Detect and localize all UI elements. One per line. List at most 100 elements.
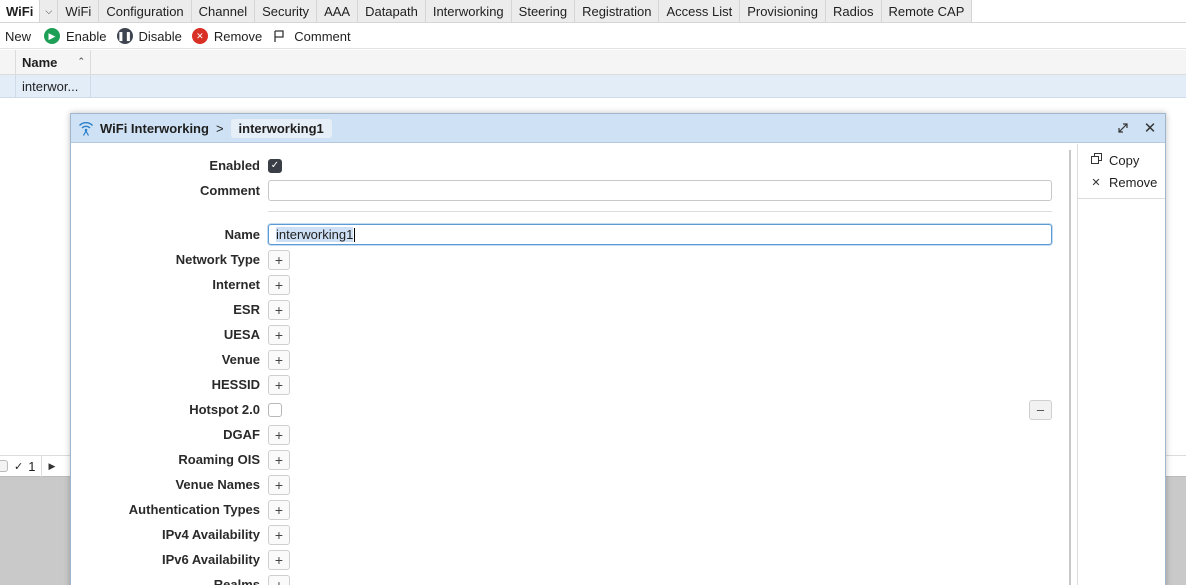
tab-bar-filler bbox=[972, 0, 1186, 22]
row-name-cell: interwor... bbox=[16, 75, 91, 97]
maximize-icon[interactable] bbox=[1116, 121, 1130, 135]
wifi-interworking-dialog: WiFi Interworking > interworking1 ✕ Enab… bbox=[70, 113, 1166, 585]
enabled-label: Enabled bbox=[209, 158, 260, 173]
venue-names-add-button[interactable]: + bbox=[268, 474, 290, 495]
dialog-form: Enabled ✓ Comment Name interworking1 Net… bbox=[71, 144, 1076, 585]
list-toolbar: New ▶ Enable ❚❚ Disable ✕ Remove Comment bbox=[0, 24, 1186, 49]
remove-button[interactable]: ✕ Remove bbox=[187, 24, 267, 49]
tab-remote-cap[interactable]: Remote CAP bbox=[881, 0, 973, 22]
roaming-ois-add-button[interactable]: + bbox=[268, 449, 290, 470]
name-field[interactable]: interworking1 bbox=[268, 224, 1052, 245]
name-label: Name bbox=[224, 227, 260, 242]
dgaf-label: DGAF bbox=[223, 427, 260, 442]
tab-channel[interactable]: Channel bbox=[191, 0, 256, 22]
hotspot20-checkbox[interactable] bbox=[268, 402, 282, 417]
table-header: Name ⌃ bbox=[0, 50, 1186, 75]
network-type-add-button[interactable]: + bbox=[268, 249, 290, 270]
comment-button[interactable]: Comment bbox=[267, 24, 355, 49]
tab-aaa[interactable]: AAA bbox=[317, 0, 359, 22]
comment-row: Comment bbox=[71, 178, 1071, 203]
name-column-header[interactable]: Name ⌃ bbox=[16, 50, 91, 74]
network-type-label: Network Type bbox=[175, 252, 260, 267]
ipv6-row: IPv6 Availability + bbox=[71, 547, 1071, 572]
realms-label: Realms bbox=[213, 577, 260, 585]
copy-button-label: Copy bbox=[1109, 152, 1140, 168]
comment-button-label: Comment bbox=[294, 28, 351, 44]
auth-types-add-button[interactable]: + bbox=[268, 499, 290, 520]
status-divider bbox=[41, 455, 43, 477]
internet-label: Internet bbox=[212, 277, 260, 292]
form-divider bbox=[268, 211, 1052, 212]
realms-row: Realms + bbox=[71, 572, 1071, 585]
dialog-side-actions: Copy ✕ Remove bbox=[1077, 144, 1165, 585]
close-icon[interactable]: ✕ bbox=[1143, 120, 1157, 137]
realms-add-button[interactable]: + bbox=[268, 574, 290, 585]
tab-access-list[interactable]: Access List bbox=[659, 0, 741, 22]
enabled-checkbox[interactable]: ✓ bbox=[268, 158, 282, 173]
internet-row: Internet + bbox=[71, 272, 1071, 297]
tab-steering[interactable]: Steering bbox=[511, 0, 576, 22]
dialog-scrollbar[interactable] bbox=[1069, 150, 1071, 585]
table-row[interactable]: interwor... bbox=[0, 75, 1186, 98]
internet-add-button[interactable]: + bbox=[268, 274, 290, 295]
tab-datapath[interactable]: Datapath bbox=[358, 0, 426, 22]
select-column-header[interactable] bbox=[0, 50, 16, 74]
hotspot20-label: Hotspot 2.0 bbox=[189, 402, 260, 417]
side-actions-divider bbox=[1078, 198, 1165, 199]
dgaf-add-button[interactable]: + bbox=[268, 424, 290, 445]
comment-label: Comment bbox=[200, 183, 260, 198]
text-caret bbox=[354, 227, 356, 242]
hotspot20-remove-button[interactable]: – bbox=[1029, 399, 1052, 420]
tab-menu-chevron-down-icon[interactable]: ⌵ bbox=[40, 0, 59, 22]
dialog-item-name: interworking1 bbox=[230, 118, 332, 138]
copy-button[interactable]: Copy bbox=[1078, 149, 1165, 171]
copy-icon bbox=[1090, 153, 1102, 167]
dialog-remove-button[interactable]: ✕ Remove bbox=[1078, 171, 1165, 193]
tab-wifi-active[interactable]: WiFi bbox=[0, 0, 41, 22]
sort-ascending-icon: ⌃ bbox=[77, 56, 85, 66]
uesa-row: UESA + bbox=[71, 322, 1071, 347]
row-selector[interactable] bbox=[0, 75, 16, 97]
auth-types-row: Authentication Types + bbox=[71, 497, 1071, 522]
tab-interworking[interactable]: Interworking bbox=[425, 0, 512, 22]
item-count: 1 bbox=[28, 458, 36, 474]
name-row: Name interworking1 bbox=[71, 222, 1071, 247]
pause-icon: ❚❚ bbox=[116, 28, 133, 44]
enable-button[interactable]: ▶ Enable bbox=[39, 24, 111, 49]
close-x-icon: ✕ bbox=[1091, 176, 1101, 189]
comment-flag-icon bbox=[272, 28, 286, 44]
enabled-row: Enabled ✓ bbox=[71, 153, 1071, 178]
tab-security[interactable]: Security bbox=[255, 0, 318, 22]
roaming-ois-label: Roaming OIS bbox=[178, 452, 260, 467]
comment-field[interactable] bbox=[268, 180, 1052, 201]
dialog-title: WiFi Interworking bbox=[100, 120, 209, 136]
dialog-title-bar[interactable]: WiFi Interworking > interworking1 ✕ bbox=[71, 114, 1165, 143]
auth-types-label: Authentication Types bbox=[128, 502, 260, 517]
status-indicator bbox=[0, 460, 8, 472]
venue-names-label: Venue Names bbox=[175, 477, 260, 492]
esr-label: ESR bbox=[233, 302, 260, 317]
hessid-add-button[interactable]: + bbox=[268, 374, 290, 395]
disable-button[interactable]: ❚❚ Disable bbox=[112, 24, 187, 49]
new-button[interactable]: New bbox=[0, 24, 36, 49]
tab-registration[interactable]: Registration bbox=[575, 0, 660, 22]
tab-wifi[interactable]: WiFi bbox=[58, 0, 100, 22]
venue-add-button[interactable]: + bbox=[268, 349, 290, 370]
dgaf-row: DGAF + bbox=[71, 422, 1071, 447]
ipv6-add-button[interactable]: + bbox=[268, 549, 290, 570]
ipv4-row: IPv4 Availability + bbox=[71, 522, 1071, 547]
tab-radios[interactable]: Radios bbox=[826, 0, 882, 22]
ipv4-label: IPv4 Availability bbox=[161, 527, 260, 542]
check-icon: ✓ bbox=[14, 460, 24, 473]
enable-button-label: Enable bbox=[66, 28, 107, 44]
venue-row: Venue + bbox=[71, 347, 1071, 372]
tab-provisioning[interactable]: Provisioning bbox=[740, 0, 827, 22]
play-arrow-icon[interactable]: ▶ bbox=[48, 461, 55, 472]
name-field-value: interworking1 bbox=[276, 227, 354, 242]
breadcrumb-separator: > bbox=[215, 120, 224, 136]
ipv4-add-button[interactable]: + bbox=[268, 524, 290, 545]
esr-add-button[interactable]: + bbox=[268, 299, 290, 320]
hessid-label: HESSID bbox=[211, 377, 260, 392]
uesa-add-button[interactable]: + bbox=[268, 324, 290, 345]
tab-configuration[interactable]: Configuration bbox=[99, 0, 192, 22]
